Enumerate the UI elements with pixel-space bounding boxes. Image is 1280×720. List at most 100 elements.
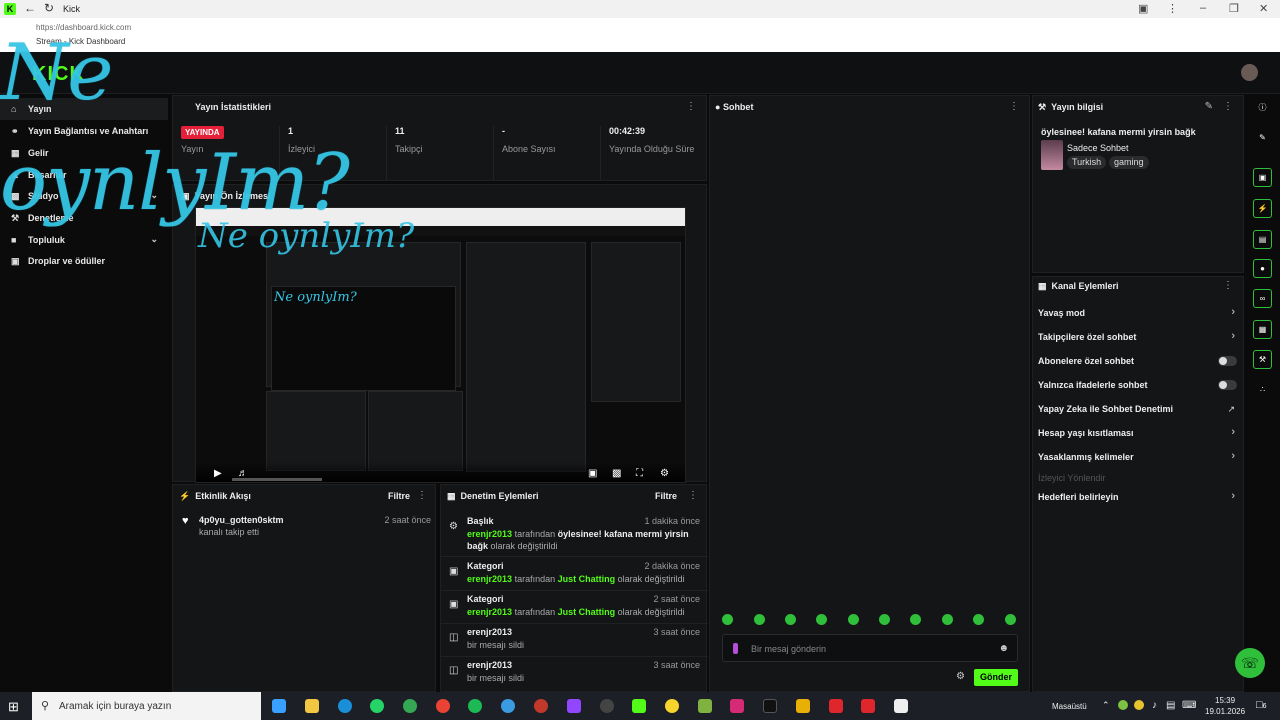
tray-app-icon[interactable]	[1118, 700, 1128, 710]
sidebar-item-stream-key[interactable]: ⚭ Yayın Bağlantısı ve Anahtarı	[0, 120, 168, 142]
info-icon[interactable]: ⓘ	[1253, 99, 1272, 118]
notification-icon[interactable]: □6	[1256, 699, 1267, 711]
mod-user[interactable]: erenjr2013	[467, 607, 512, 617]
emote-icon[interactable]	[942, 614, 953, 625]
more-icon[interactable]: ⋮	[688, 490, 698, 501]
sidebar-item-studyo[interactable]: ▩ Stüdyo ⌄	[0, 185, 168, 207]
address-bar[interactable]: https://dashboard.kick.com Stream - Kick…	[0, 18, 1280, 52]
tag[interactable]: gaming	[1109, 156, 1149, 169]
settings-icon[interactable]: ⚙	[660, 468, 669, 479]
app-icon[interactable]	[796, 699, 810, 713]
theater-icon[interactable]: ▩	[612, 468, 621, 479]
app-icon[interactable]	[861, 699, 875, 713]
emote-icon[interactable]	[910, 614, 921, 625]
network-icon[interactable]: ▤	[1166, 700, 1175, 711]
url-text[interactable]: https://dashboard.kick.com	[36, 23, 131, 32]
app-icon[interactable]	[698, 699, 712, 713]
chat-input[interactable]: Bir mesaj gönderin ☻	[722, 634, 1018, 662]
channel-row-ai-moderation[interactable]: Yapay Zeka ile Sohbet Denetimi ↗	[1033, 397, 1245, 421]
desktop-label[interactable]: Masaüstü	[1052, 702, 1087, 711]
sidebar-item-basarilar[interactable]: ▲ Başarılar	[0, 164, 168, 186]
sidebar-item-denetleme[interactable]: ⚒ Denetleme	[0, 207, 168, 229]
avatar[interactable]	[1241, 64, 1258, 81]
sidebar-item-gelir[interactable]: ▦ Gelir	[0, 142, 168, 164]
channel-row-banned-words[interactable]: Yasaklanmış kelimeler ›	[1033, 445, 1245, 469]
emote-icon[interactable]	[754, 614, 765, 625]
edit-icon[interactable]: ✎	[1205, 101, 1213, 112]
keyboard-icon[interactable]: ⌨	[1182, 700, 1196, 711]
menu-icon[interactable]: ⋮	[1167, 2, 1178, 15]
filter-button[interactable]: Filtre	[655, 491, 677, 501]
tiktok-icon[interactable]	[763, 699, 777, 713]
support-icon[interactable]: ☏	[1235, 648, 1265, 678]
category-name[interactable]: Sadece Sohbet	[1067, 143, 1129, 153]
back-icon[interactable]: ←	[24, 1, 36, 15]
clock[interactable]: 15:39 19.01.2026	[1205, 695, 1245, 717]
app-icon[interactable]	[534, 699, 548, 713]
more-icon[interactable]: ⋮	[1223, 101, 1233, 112]
clip-icon[interactable]: ▦	[1253, 320, 1272, 339]
raid-icon[interactable]: ∞	[1253, 289, 1272, 308]
play-icon[interactable]: ▶	[214, 468, 222, 479]
emote-icon[interactable]	[848, 614, 859, 625]
channel-row-slow-mode[interactable]: Yavaş mod ›	[1033, 301, 1245, 325]
emote-icon[interactable]	[816, 614, 827, 625]
app-icon[interactable]	[894, 699, 908, 713]
twitch-icon[interactable]	[567, 699, 581, 713]
kick-icon[interactable]	[632, 699, 646, 713]
network-icon[interactable]: ∴	[1253, 381, 1272, 400]
close-icon[interactable]: ✕	[1259, 2, 1268, 15]
mod-row-title[interactable]: erenjr2013	[467, 660, 512, 670]
tools-icon[interactable]: ⚒	[1253, 350, 1272, 369]
instagram-icon[interactable]	[730, 699, 744, 713]
capture-icon[interactable]: ▣	[1253, 168, 1272, 187]
taskbar-search-input[interactable]: ⚲ Aramak için buraya yazın	[32, 692, 261, 720]
mod-user[interactable]: erenjr2013	[467, 529, 512, 539]
windows-start-icon[interactable]: ⊞	[8, 699, 19, 715]
chrome-icon[interactable]	[403, 699, 417, 713]
channel-row-followers-only[interactable]: Takipçilere özel sohbet ›	[1033, 325, 1245, 349]
channel-row-account-age[interactable]: Hesap yaşı kısıtlaması ›	[1033, 421, 1245, 445]
app-icon[interactable]	[829, 699, 843, 713]
chat-icon[interactable]: ●	[1253, 259, 1272, 278]
edge-icon[interactable]	[338, 699, 352, 713]
whatsapp-icon[interactable]	[370, 699, 384, 713]
more-icon[interactable]: ⋮	[1009, 101, 1019, 112]
video-player[interactable]: Ne oynlyIm? Ne oynlyIm? ▶ ♬ ▣ ▩ ⛶ ⚙	[195, 207, 686, 483]
minimize-icon[interactable]: –	[1200, 2, 1206, 14]
subscribers-only-toggle[interactable]	[1218, 356, 1237, 366]
tray-app-icon[interactable]	[1134, 700, 1144, 710]
emote-icon[interactable]	[722, 614, 733, 625]
emoji-icon[interactable]: ☻	[998, 643, 1009, 654]
tag[interactable]: Turkish	[1067, 156, 1107, 169]
sidebar-item-droplar[interactable]: ▣ Droplar ve ödüller	[0, 250, 168, 272]
reload-icon[interactable]: ↻	[44, 1, 54, 15]
mod-user[interactable]: erenjr2013	[467, 574, 512, 584]
channel-row-goals[interactable]: Hedefleri belirleyin ›	[1033, 485, 1245, 509]
emote-icon[interactable]	[1005, 614, 1016, 625]
maximize-icon[interactable]: ❐	[1229, 2, 1239, 15]
pip-icon[interactable]: ▣	[588, 468, 597, 479]
kick-logo[interactable]: KICK	[32, 63, 84, 85]
mod-row-title[interactable]: erenjr2013	[467, 627, 512, 637]
more-icon[interactable]: ⋮	[686, 101, 696, 112]
send-button[interactable]: Gönder	[974, 669, 1018, 686]
microphone-icon[interactable]: ♪	[1152, 700, 1157, 711]
volume-slider[interactable]	[232, 478, 322, 481]
chevron-up-icon[interactable]: ⌃	[1102, 700, 1110, 711]
filter-button[interactable]: Filtre	[388, 491, 410, 501]
chat-settings-icon[interactable]: ⚙	[956, 671, 965, 682]
emote-icon[interactable]	[879, 614, 890, 625]
explorer-icon[interactable]	[305, 699, 319, 713]
emotes-only-toggle[interactable]	[1218, 380, 1237, 390]
chrome-profile-icon[interactable]	[436, 699, 450, 713]
lightning-icon[interactable]: ⚡	[1253, 199, 1272, 218]
activity-user[interactable]: 4p0yu_gotten0sktm	[199, 515, 284, 525]
sidebar-item-topluluk[interactable]: ■ Topluluk ⌄	[0, 229, 168, 251]
more-icon[interactable]: ⋮	[1223, 280, 1233, 291]
more-icon[interactable]: ⋮	[417, 490, 427, 501]
edit-icon[interactable]: ✎	[1253, 129, 1272, 148]
sidebar-item-yayin[interactable]: ⌂ Yayın	[0, 98, 168, 120]
extensions-icon[interactable]: ▣	[1138, 2, 1148, 15]
app-icon[interactable]	[665, 699, 679, 713]
